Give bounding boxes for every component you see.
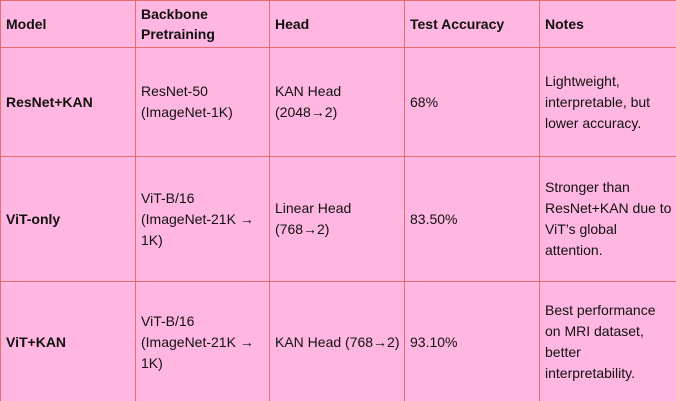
header-row: Model Backbone Pretraining Head Test Acc… <box>0 0 676 48</box>
header-test-accuracy: Test Accuracy <box>404 0 540 48</box>
cell-accuracy: 93.10% <box>404 281 540 401</box>
cell-backbone: ResNet-50 (ImageNet-1K) <box>135 47 270 157</box>
comparison-table: Model Backbone Pretraining Head Test Acc… <box>0 0 676 401</box>
table-row: ResNet+KAN ResNet-50 (ImageNet-1K) KAN H… <box>0 47 676 157</box>
cell-backbone: ViT-B/16 (ImageNet-21K → 1K) <box>135 281 270 401</box>
table-body: ResNet+KAN ResNet-50 (ImageNet-1K) KAN H… <box>0 47 676 401</box>
cell-model: ViT+KAN <box>0 281 136 401</box>
header-model: Model <box>0 0 136 48</box>
cell-accuracy: 83.50% <box>404 156 540 282</box>
cell-model: ViT-only <box>0 156 136 282</box>
table-row: ViT-only ViT-B/16 (ImageNet-21K → 1K) Li… <box>0 156 676 282</box>
cell-head: Linear Head (768→2) <box>269 156 405 282</box>
table-row: ViT+KAN ViT-B/16 (ImageNet-21K → 1K) KAN… <box>0 281 676 401</box>
cell-head: KAN Head (768→2) <box>269 281 405 401</box>
header-head: Head <box>269 0 405 48</box>
table-header: Model Backbone Pretraining Head Test Acc… <box>0 0 676 48</box>
cell-model: ResNet+KAN <box>0 47 136 157</box>
header-notes: Notes <box>539 0 676 48</box>
cell-notes: Lightweight, interpretable, but lower ac… <box>539 47 676 157</box>
cell-accuracy: 68% <box>404 47 540 157</box>
cell-notes: Best performance on MRI dataset, better … <box>539 281 676 401</box>
header-backbone-pretraining: Backbone Pretraining <box>135 0 270 48</box>
cell-backbone: ViT-B/16 (ImageNet-21K → 1K) <box>135 156 270 282</box>
cell-head: KAN Head (2048→2) <box>269 47 405 157</box>
cell-notes: Stronger than ResNet+KAN due to ViT’s gl… <box>539 156 676 282</box>
